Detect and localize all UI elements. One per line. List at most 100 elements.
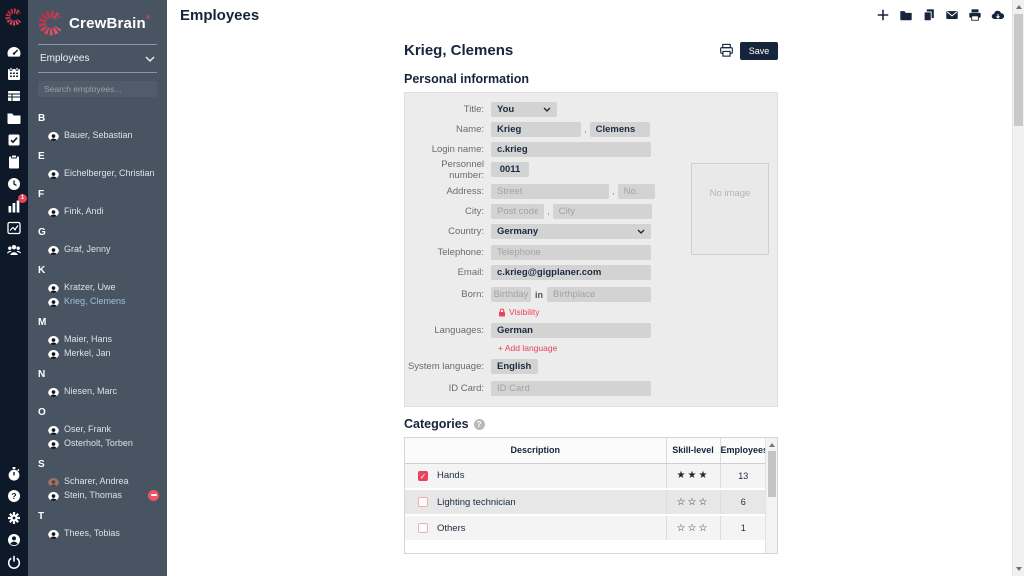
employee-name: Eichelberger, Christian bbox=[64, 168, 155, 178]
employee-name: Graf, Jenny bbox=[64, 244, 111, 254]
employee-list-item[interactable]: Graf, Jenny bbox=[28, 242, 167, 256]
address-label: Address: bbox=[405, 186, 491, 197]
statistics-line-chart-icon[interactable] bbox=[6, 220, 22, 236]
separator: , bbox=[547, 206, 550, 217]
scrollbar-thumb[interactable] bbox=[768, 451, 776, 497]
avatar bbox=[48, 348, 59, 359]
employee-list-item[interactable]: Thees, Tobias bbox=[28, 526, 167, 540]
languages-input[interactable] bbox=[491, 323, 651, 338]
module-selector[interactable]: Employees bbox=[28, 45, 167, 72]
employee-list-item[interactable]: Krieg, Clemens bbox=[28, 294, 167, 308]
birthplace-input[interactable] bbox=[547, 287, 651, 302]
employee-group: E Eichelberger, Christian bbox=[28, 151, 167, 180]
title-select[interactable]: You bbox=[491, 102, 557, 117]
settings-gear-icon[interactable] bbox=[6, 510, 22, 526]
visibility-link[interactable]: Visibility bbox=[498, 307, 777, 317]
email-input[interactable] bbox=[491, 265, 651, 280]
avatar bbox=[48, 490, 59, 501]
svg-text:?: ? bbox=[11, 491, 16, 501]
last-name-input[interactable] bbox=[491, 122, 581, 137]
employees-count: 6 bbox=[720, 489, 766, 515]
employee-list-item[interactable]: Niesen, Marc bbox=[28, 384, 167, 398]
city-input[interactable] bbox=[553, 204, 652, 219]
postcode-input[interactable] bbox=[491, 204, 544, 219]
birthday-input[interactable] bbox=[491, 287, 531, 302]
print-icon[interactable] bbox=[968, 8, 982, 22]
page-scrollbar[interactable] bbox=[1012, 0, 1024, 576]
employee-list-item[interactable]: Stein, Thomas bbox=[28, 488, 167, 502]
employee-list-item[interactable]: Maier, Hans bbox=[28, 332, 167, 346]
employee-list: BBauer, SebastianEEichelberger, Christia… bbox=[28, 113, 167, 540]
copy-icon[interactable] bbox=[922, 8, 936, 22]
skill-level-stars[interactable]: ☆☆☆ bbox=[666, 489, 720, 515]
employee-group: T Thees, Tobias bbox=[28, 511, 167, 540]
files-folder-icon[interactable] bbox=[6, 110, 22, 126]
tasks-check-square-icon[interactable] bbox=[6, 132, 22, 148]
dashboard-gauge-icon[interactable] bbox=[6, 44, 22, 60]
telephone-input[interactable] bbox=[491, 245, 651, 260]
personal-info-heading: Personal information bbox=[404, 72, 778, 86]
add-language-link[interactable]: + Add language bbox=[498, 343, 777, 353]
chevron-down-icon bbox=[543, 107, 551, 112]
group-letter: T bbox=[38, 511, 167, 522]
scroll-down-arrow[interactable] bbox=[1016, 567, 1022, 571]
employee-list-item[interactable]: Kratzer, Uwe bbox=[28, 280, 167, 294]
employee-list-item[interactable]: Scharer, Andrea bbox=[28, 474, 167, 488]
system-language-select[interactable]: English bbox=[491, 359, 538, 374]
cloud-download-icon[interactable] bbox=[991, 8, 1005, 22]
category-checkbox[interactable] bbox=[418, 523, 428, 533]
street-no-input[interactable] bbox=[618, 184, 655, 199]
employee-list-item[interactable]: Fink, Andi bbox=[28, 204, 167, 218]
employee-list-item[interactable]: Oser, Frank bbox=[28, 422, 167, 436]
brand-name: CrewBrain® bbox=[69, 15, 150, 32]
calendar-icon[interactable] bbox=[6, 66, 22, 82]
skill-level-stars[interactable]: ★★★ bbox=[666, 463, 720, 489]
folder-icon[interactable] bbox=[899, 8, 913, 22]
scroll-up-arrow[interactable] bbox=[1016, 5, 1022, 9]
chevron-down-icon bbox=[145, 56, 155, 62]
employee-list-item[interactable]: Merkel, Jan bbox=[28, 346, 167, 360]
bar-chart-icon[interactable]: 1 bbox=[6, 198, 22, 214]
id-card-input[interactable] bbox=[491, 381, 651, 396]
name-label: Name: bbox=[405, 124, 491, 135]
icon-rail: 1 ? bbox=[0, 0, 28, 576]
category-checkbox[interactable]: ✓ bbox=[418, 471, 428, 481]
table-scrollbar[interactable] bbox=[765, 438, 777, 553]
clipboard-icon[interactable] bbox=[6, 154, 22, 170]
street-input[interactable] bbox=[491, 184, 609, 199]
scrollbar-thumb[interactable] bbox=[1014, 14, 1023, 126]
save-button[interactable]: Save bbox=[740, 42, 778, 60]
crew-users-icon[interactable] bbox=[6, 242, 22, 258]
mail-icon[interactable] bbox=[945, 8, 959, 22]
city-label: City: bbox=[405, 206, 491, 217]
personnel-number-input[interactable] bbox=[491, 162, 529, 177]
account-user-icon[interactable] bbox=[6, 532, 22, 548]
employee-list-item[interactable]: Eichelberger, Christian bbox=[28, 166, 167, 180]
crewbrain-logo-icon[interactable] bbox=[5, 8, 23, 31]
category-description: Hands bbox=[437, 470, 464, 481]
scroll-up-arrow[interactable] bbox=[769, 443, 775, 447]
employee-photo-placeholder[interactable]: No image bbox=[691, 163, 769, 255]
country-select[interactable]: Germany bbox=[491, 224, 651, 239]
employee-list-item[interactable]: Osterholt, Torben bbox=[28, 436, 167, 450]
logout-power-icon[interactable] bbox=[6, 554, 22, 570]
employee-list-item[interactable]: Bauer, Sebastian bbox=[28, 128, 167, 142]
avatar bbox=[48, 168, 59, 179]
first-name-input[interactable] bbox=[590, 122, 650, 137]
add-icon[interactable] bbox=[876, 8, 890, 22]
skill-level-stars[interactable]: ☆☆☆ bbox=[666, 515, 720, 541]
search-employees-input[interactable] bbox=[38, 81, 157, 97]
stopwatch-icon[interactable] bbox=[6, 466, 22, 482]
planning-table-icon[interactable] bbox=[6, 88, 22, 104]
categories-heading: Categories ? bbox=[404, 417, 778, 431]
login-name-input[interactable] bbox=[491, 142, 651, 157]
group-letter: E bbox=[38, 151, 167, 162]
avatar bbox=[48, 206, 59, 217]
print-record-icon[interactable] bbox=[719, 43, 734, 58]
working-hours-clock-icon[interactable] bbox=[6, 176, 22, 192]
category-checkbox[interactable] bbox=[418, 497, 428, 507]
help-icon[interactable]: ? bbox=[6, 488, 22, 504]
categories-help-icon[interactable]: ? bbox=[474, 419, 485, 430]
country-label: Country: bbox=[405, 226, 491, 237]
avatar bbox=[48, 386, 59, 397]
